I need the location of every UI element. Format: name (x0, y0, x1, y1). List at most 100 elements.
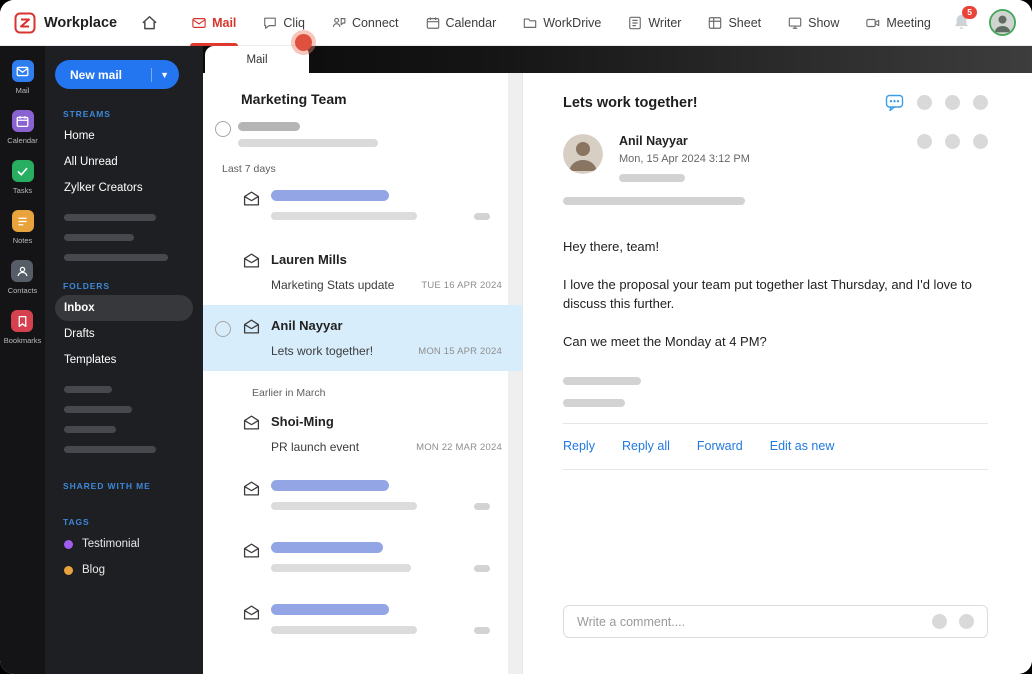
topnav-workdrive[interactable]: WorkDrive (523, 0, 601, 46)
body-paragraph: Hey there, team! (563, 239, 660, 254)
comment-icon[interactable] (885, 93, 904, 112)
topnav-meeting[interactable]: Meeting (866, 0, 931, 46)
new-mail-button[interactable]: New mail ▼ (55, 60, 179, 89)
mail-sender: Anil Nayyar (271, 318, 343, 333)
tag-label: Testimonial (82, 538, 140, 550)
placeholder-bar (474, 502, 490, 510)
envelope-icon (243, 542, 260, 559)
rail-item-bookmarks[interactable]: Bookmarks (3, 310, 42, 345)
envelope-icon (243, 414, 260, 431)
brand[interactable]: Workplace (14, 12, 117, 34)
envelope-icon (243, 190, 260, 207)
brand-name: Workplace (44, 14, 118, 31)
topnav-calendar[interactable]: Calendar (426, 0, 496, 46)
button-divider (151, 67, 153, 82)
notifications-bell-icon[interactable]: 5 (952, 6, 977, 32)
topnav-mail[interactable]: Mail (190, 0, 239, 46)
topnav-sheet[interactable]: Sheet (708, 0, 761, 46)
new-mail-label: New mail (70, 67, 123, 82)
mail-date: MON 15 APR 2024 (418, 345, 502, 357)
topnav-show[interactable]: Show (788, 0, 839, 46)
mail-list-item-placeholder[interactable] (203, 529, 522, 591)
placeholder-bar (271, 190, 389, 201)
rail-item-contacts[interactable]: Contacts (7, 260, 38, 295)
sidebar-item-all-unread[interactable]: All Unread (55, 149, 193, 175)
topnav-writer[interactable]: Writer (628, 0, 681, 46)
tag-color-dot (64, 565, 73, 575)
message-action-placeholder[interactable] (973, 134, 988, 149)
tag-blog[interactable]: Blog (55, 557, 193, 583)
user-avatar[interactable] (989, 9, 1016, 36)
message-action-placeholder[interactable] (917, 134, 932, 149)
placeholder-bar (64, 446, 156, 453)
tags-section-label: TAGS (63, 517, 90, 527)
rail-item-tasks[interactable]: Tasks (11, 160, 34, 195)
shared-section-label: SHARED WITH ME (63, 481, 151, 491)
mail-sender: Lauren Mills (271, 252, 347, 267)
cursor-indicator (295, 34, 312, 51)
mail-list-item-placeholder[interactable] (203, 591, 522, 653)
calendar-app-icon (11, 110, 34, 132)
mail-sender: Shoi-Ming (271, 414, 334, 429)
tab-strip: Mail (203, 46, 1032, 73)
forward-link[interactable]: Forward (697, 439, 743, 453)
tab-mail[interactable]: Mail (205, 46, 309, 73)
sent-datetime: Mon, 15 Apr 2024 3:12 PM (619, 153, 750, 165)
message-list-pane: Marketing Team Last 7 days Lauren Mills … (203, 73, 523, 674)
sidebar-item-templates[interactable]: Templates (55, 347, 193, 373)
edit-as-new-link[interactable]: Edit as new (770, 439, 835, 453)
reply-link[interactable]: Reply (563, 439, 595, 453)
rail-label: Contacts (7, 286, 38, 295)
tag-label: Blog (82, 564, 106, 576)
home-icon[interactable] (141, 14, 158, 31)
zoho-workplace-app: Workplace Mail Cliq Connect Calendar Wor… (0, 0, 1032, 674)
content-area: Mail Marketing Team Last 7 days Lauren M… (203, 46, 1032, 674)
comment-action-placeholder[interactable] (932, 614, 947, 629)
select-all-radio[interactable] (215, 121, 231, 137)
bookmarks-app-icon (11, 310, 34, 332)
placeholder-bar (474, 564, 490, 572)
rail-item-calendar[interactable]: Calendar (7, 110, 38, 145)
mail-date: MON 22 MAR 2024 (416, 441, 502, 453)
sidebar-item-home[interactable]: Home (55, 123, 193, 149)
message-action-placeholder[interactable] (945, 134, 960, 149)
body-paragraph: I love the proposal your team put togeth… (563, 276, 972, 312)
reading-pane: Lets work together! Anil Nayyar Mon, 15 … (523, 73, 1032, 674)
mail-list-item-placeholder[interactable] (203, 467, 522, 529)
sender-name: Anil Nayyar (619, 134, 688, 148)
topnav-connect[interactable]: Connect (332, 0, 399, 46)
comment-input[interactable] (577, 614, 920, 629)
message-actions: Reply Reply all Forward Edit as new (563, 439, 988, 453)
mail-list-item-placeholder[interactable] (203, 177, 522, 239)
connect-icon (332, 16, 346, 30)
tag-testimonial[interactable]: Testimonial (55, 531, 193, 557)
topbar-right: 5 (952, 6, 1016, 36)
select-radio[interactable] (215, 321, 231, 337)
group-label-last-7-days: Last 7 days (222, 163, 276, 175)
rail-item-mail[interactable]: Mail (11, 60, 34, 95)
reply-all-link[interactable]: Reply all (622, 439, 670, 453)
rail-item-notes[interactable]: Notes (11, 210, 34, 245)
sidebar-item-zylker-creators[interactable]: Zylker Creators (55, 175, 193, 201)
toolbar-action-placeholder[interactable] (917, 95, 932, 110)
mail-subject: Marketing Stats update (271, 278, 395, 292)
mail-list-item-shoi-ming[interactable]: Shoi-Ming PR launch event MON 22 MAR 202… (203, 401, 522, 467)
mail-subject: Lets work together! (271, 344, 374, 358)
tag-color-dot (64, 539, 73, 549)
list-header-title: Marketing Team (241, 91, 347, 107)
topnav-label: Connect (351, 15, 399, 30)
toolbar-action-placeholder[interactable] (945, 95, 960, 110)
sidebar-item-drafts[interactable]: Drafts (55, 321, 193, 347)
signature-placeholder-bar (563, 377, 641, 385)
placeholder-bar (474, 212, 490, 220)
sidebar-item-inbox[interactable]: Inbox (55, 295, 193, 321)
rail-label: Bookmarks (3, 336, 42, 345)
toolbar-action-placeholder[interactable] (973, 95, 988, 110)
comment-action-placeholder[interactable] (959, 614, 974, 629)
spreadsheet-icon (708, 16, 722, 30)
mail-list-item-anil-nayyar[interactable]: Anil Nayyar Lets work together! MON 15 A… (203, 305, 522, 371)
chevron-down-icon[interactable]: ▼ (160, 70, 169, 80)
mail-icon (192, 16, 206, 30)
mail-list-item-lauren-mills[interactable]: Lauren Mills Marketing Stats update TUE … (203, 239, 522, 305)
folder-icon (523, 16, 537, 30)
